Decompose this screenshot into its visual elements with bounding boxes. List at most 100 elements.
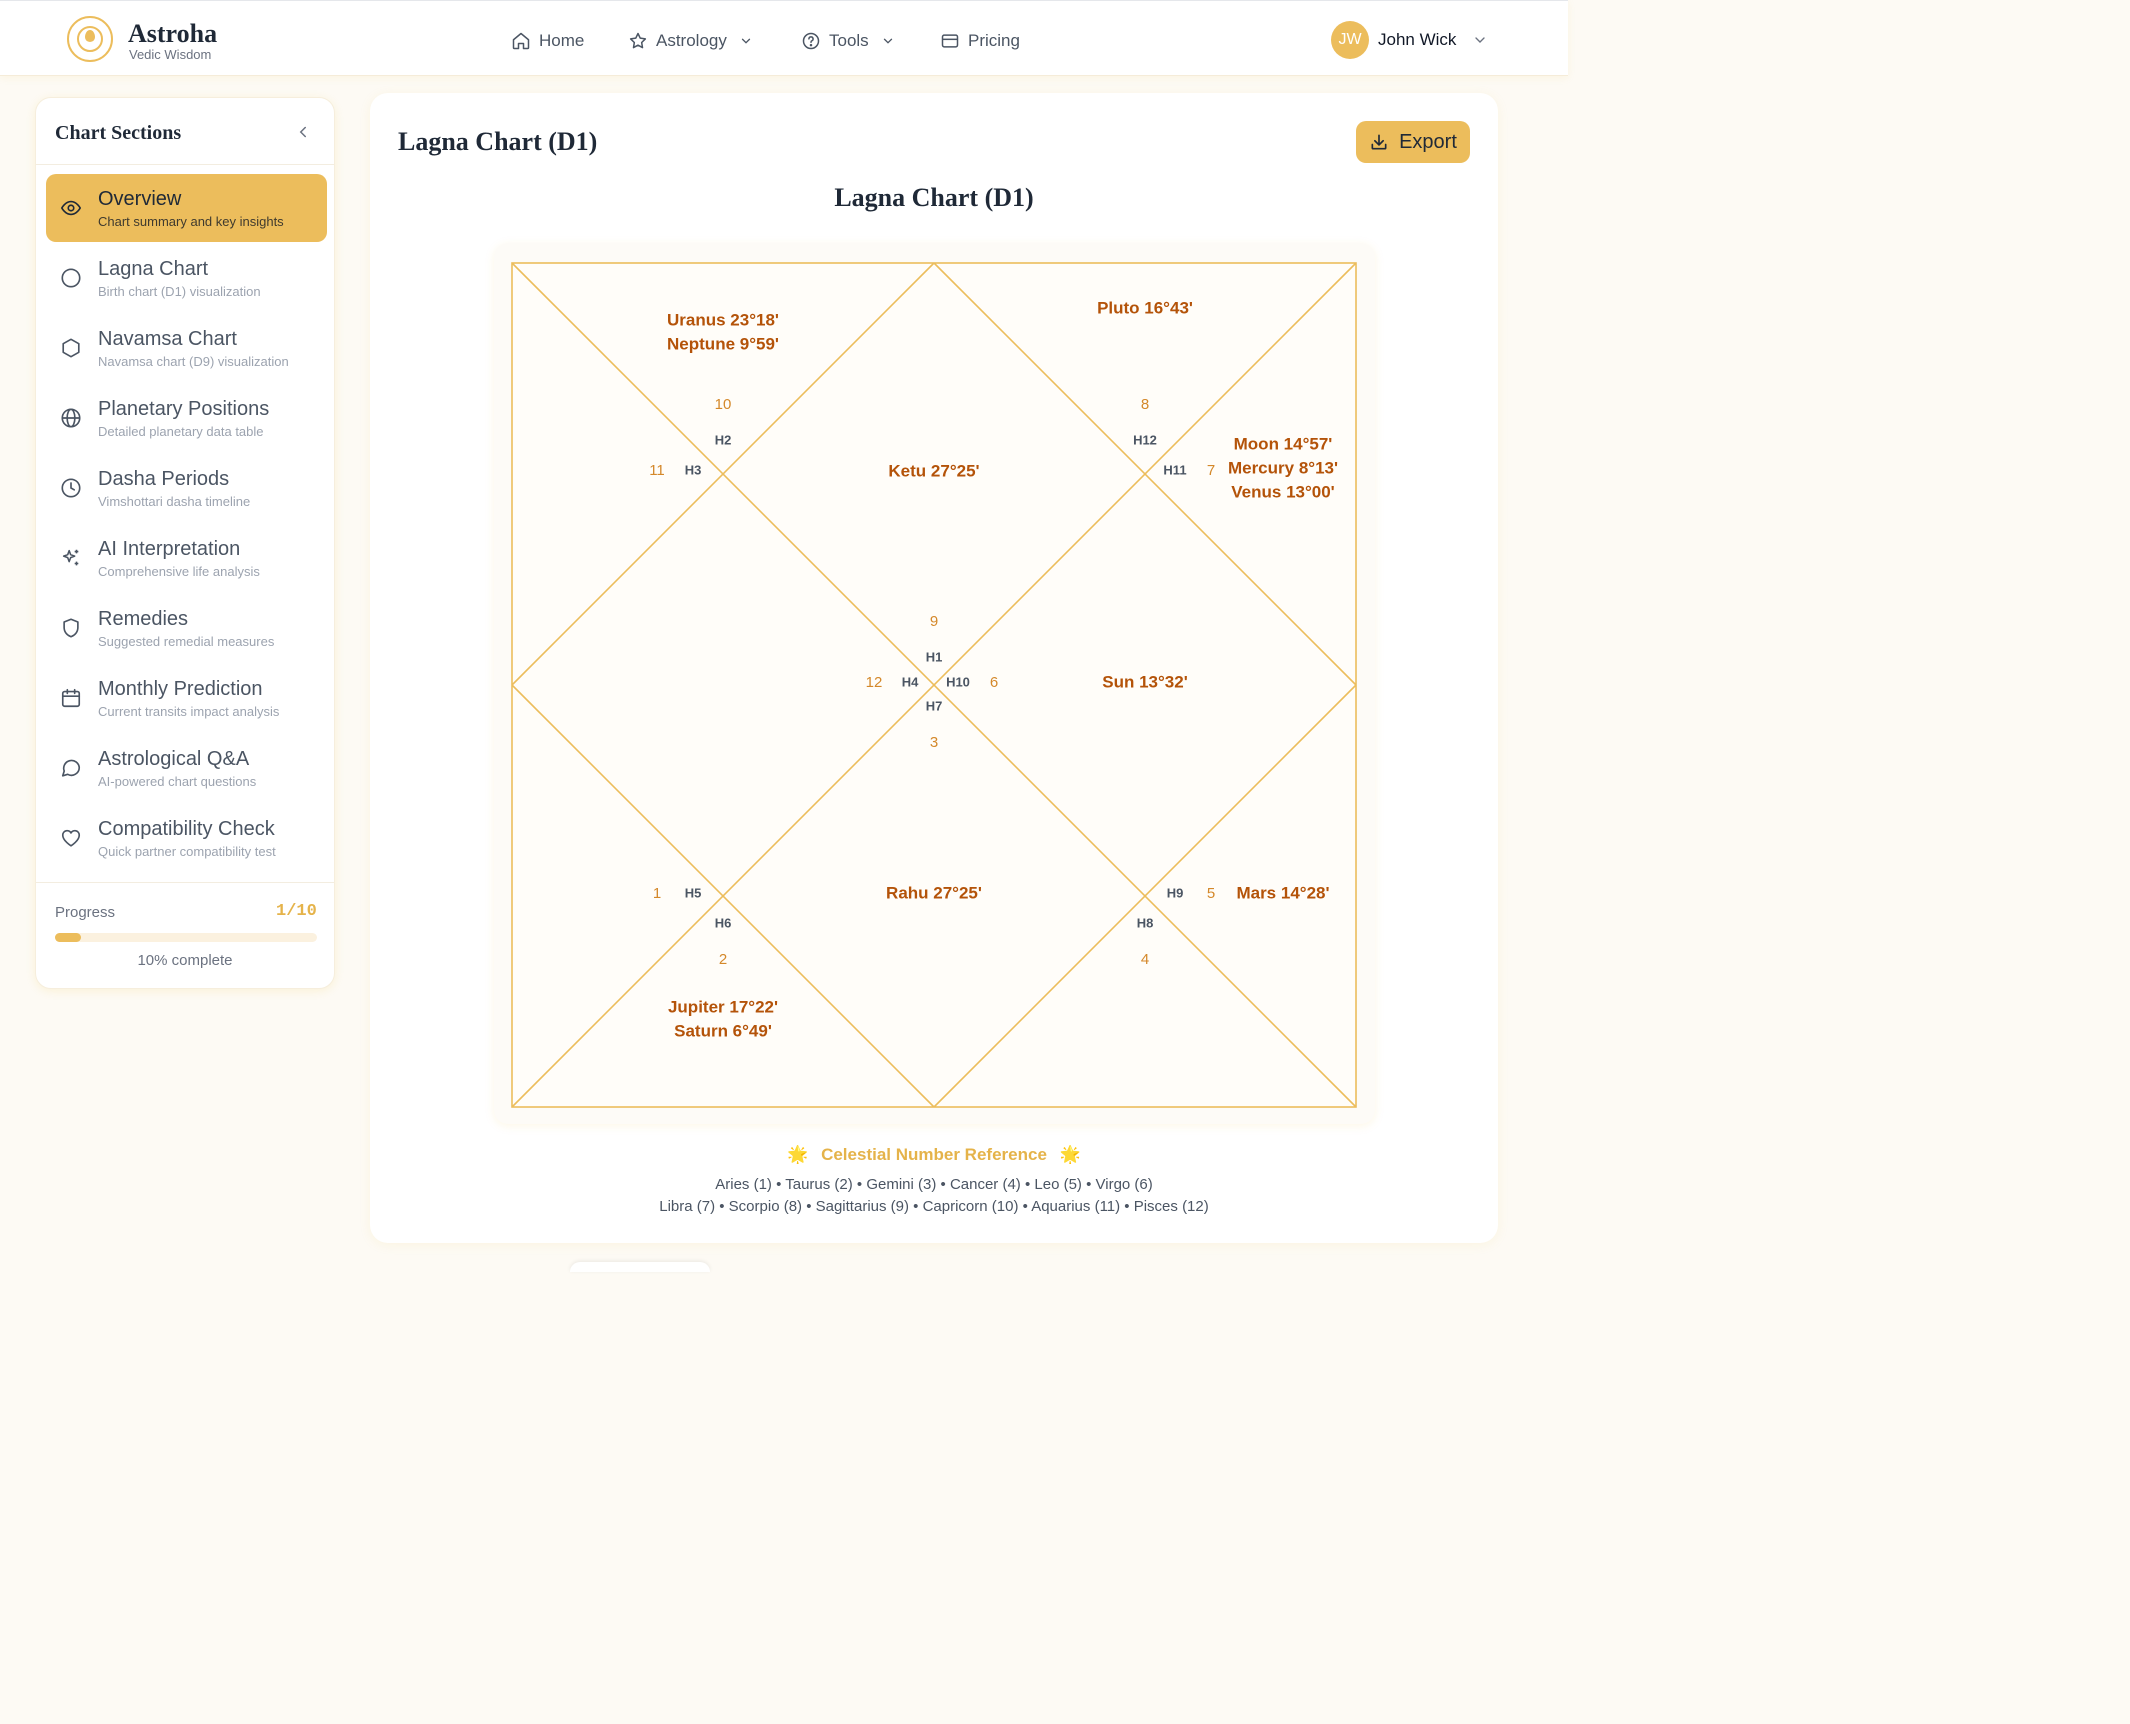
export-button-label: Export bbox=[1399, 130, 1457, 153]
planet-label: Neptune 9°59' bbox=[667, 334, 779, 353]
main-panel: Lagna Chart (D1) Export Lagna Chart (D1)… bbox=[370, 93, 1498, 1243]
sidebar-item-desc: Comprehensive life analysis bbox=[98, 564, 260, 579]
planet-label: Uranus 23°18' bbox=[667, 310, 779, 329]
sidebar-item-label: Navamsa Chart bbox=[98, 328, 237, 350]
calendar-icon bbox=[61, 688, 81, 708]
sidebar-item-desc: Birth chart (D1) visualization bbox=[98, 284, 261, 299]
progress-label: Progress bbox=[55, 904, 116, 921]
sign-number: 1 bbox=[653, 885, 661, 902]
sidebar-item-compatibility-check[interactable]: Compatibility Check Quick partner compat… bbox=[46, 804, 327, 872]
sign-number: 12 bbox=[866, 674, 883, 691]
celestial-reference-title-text: Celestial Number Reference bbox=[821, 1145, 1047, 1164]
sidebar-item-desc: Navamsa chart (D9) visualization bbox=[98, 354, 289, 369]
sidebar-item-astrological-qa[interactable]: Astrological Q&A AI-powered chart questi… bbox=[46, 734, 327, 802]
nav-pricing[interactable]: Pricing bbox=[940, 29, 1020, 53]
house-label: H7 bbox=[926, 698, 943, 713]
page-title: Lagna Chart (D1) bbox=[398, 127, 598, 156]
download-icon bbox=[1371, 134, 1387, 150]
sidebar-item-navamsa-chart[interactable]: Navamsa Chart Navamsa chart (D9) visuali… bbox=[46, 314, 327, 382]
sidebar-item-dasha-periods[interactable]: Dasha Periods Vimshottari dasha timeline bbox=[46, 454, 327, 522]
house-label: H10 bbox=[946, 674, 970, 689]
chart-title: Lagna Chart (D1) bbox=[834, 183, 1034, 212]
sidebar-item-overview[interactable]: Overview Chart summary and key insights bbox=[46, 174, 327, 242]
sidebar-item-planetary-positions[interactable]: Planetary Positions Detailed planetary d… bbox=[46, 384, 327, 452]
house-label: H2 bbox=[715, 432, 732, 447]
sparkle-icon: 🌟 bbox=[787, 1145, 809, 1164]
planet-label: Pluto 16°43' bbox=[1097, 298, 1193, 317]
sidebar-title: Chart Sections bbox=[55, 122, 182, 144]
clock-icon bbox=[61, 478, 81, 498]
sidebar-item-label: Monthly Prediction bbox=[98, 678, 263, 700]
credit-card-icon bbox=[941, 34, 959, 48]
sidebar-item-monthly-prediction[interactable]: Monthly Prediction Current transits impa… bbox=[46, 664, 327, 732]
star-icon bbox=[629, 32, 647, 49]
divider bbox=[36, 882, 334, 883]
nav-home[interactable]: Home bbox=[511, 29, 584, 53]
home-icon bbox=[512, 32, 530, 50]
divider bbox=[36, 164, 334, 165]
message-circle-icon bbox=[61, 759, 81, 777]
sign-number: 11 bbox=[649, 462, 665, 479]
progress-bar-fill bbox=[55, 933, 82, 942]
shield-icon bbox=[63, 618, 79, 638]
sidebar-item-desc: Suggested remedial measures bbox=[98, 634, 275, 649]
sign-number: 4 bbox=[1141, 951, 1149, 968]
sidebar-item-label: Astrological Q&A bbox=[98, 748, 250, 770]
sign-number: 9 bbox=[930, 613, 938, 630]
chart-grid-lines bbox=[511, 262, 1357, 1108]
sign-reference-line-1: Aries (1) • Taurus (2) • Gemini (3) • Ca… bbox=[715, 1176, 1153, 1193]
sign-number: 5 bbox=[1207, 885, 1215, 902]
progress-percent-text: 10% complete bbox=[137, 952, 233, 969]
sign-number: 7 bbox=[1207, 462, 1215, 479]
chevron-down-icon bbox=[741, 38, 751, 44]
planet-label: Saturn 6°49' bbox=[674, 1021, 772, 1040]
chevron-left-icon[interactable] bbox=[294, 123, 312, 141]
user-avatar[interactable]: JW bbox=[1331, 21, 1369, 59]
export-button[interactable]: Export bbox=[1356, 121, 1470, 163]
planet-label: Moon 14°57' bbox=[1234, 434, 1333, 453]
brand-tagline: Vedic Wisdom bbox=[129, 47, 212, 62]
chart-sections-sidebar: Chart Sections Overview Chart summary an… bbox=[35, 97, 335, 989]
sparkles-icon bbox=[62, 549, 79, 566]
nav-astrology-label: Astrology bbox=[656, 31, 727, 50]
planet-label: Mercury 8°13' bbox=[1228, 458, 1338, 477]
sidebar-item-label: Dasha Periods bbox=[98, 468, 230, 490]
brand-name[interactable]: Astroha bbox=[128, 19, 217, 49]
nav-tools-label: Tools bbox=[829, 31, 869, 50]
sign-number: 6 bbox=[990, 674, 998, 691]
sign-number: 10 bbox=[715, 396, 732, 413]
help-circle-icon bbox=[802, 32, 820, 50]
sidebar-item-label: Compatibility Check bbox=[98, 818, 275, 840]
hexagon-icon bbox=[62, 338, 80, 358]
planet-label: Venus 13°00' bbox=[1231, 482, 1334, 501]
sidebar-item-lagna-chart[interactable]: Lagna Chart Birth chart (D1) visualizati… bbox=[46, 244, 327, 312]
house-label: H4 bbox=[902, 674, 919, 689]
house-label: H8 bbox=[1137, 915, 1154, 930]
sparkle-icon: 🌟 bbox=[1059, 1145, 1081, 1164]
planet-label: Sun 13°32' bbox=[1102, 672, 1188, 691]
nav-astrology[interactable]: Astrology bbox=[628, 29, 753, 53]
planet-label: Jupiter 17°22' bbox=[668, 997, 778, 1016]
progress-bar bbox=[55, 933, 317, 942]
nav-tools[interactable]: Tools bbox=[801, 29, 895, 53]
sidebar-item-ai-interpretation[interactable]: AI Interpretation Comprehensive life ana… bbox=[46, 524, 327, 592]
sign-number: 2 bbox=[719, 951, 727, 968]
sign-number: 3 bbox=[930, 734, 938, 751]
sidebar-item-label: Remedies bbox=[98, 608, 189, 630]
lagna-chart-card: H1 9 H2 10 Uranus 23°18' Neptune 9°59' H3 11 H4 1… bbox=[494, 243, 1375, 1124]
lagna-chart[interactable]: H1 9 H2 10 Uranus 23°18' Neptune 9°59' H3 11 H4 1… bbox=[494, 243, 1375, 1124]
sign-number: 8 bbox=[1141, 396, 1149, 413]
user-name[interactable]: John Wick bbox=[1378, 30, 1456, 50]
sidebar-item-desc: AI-powered chart questions bbox=[98, 774, 257, 789]
sign-reference-line-2: Libra (7) • Scorpio (8) • Sagittarius (9… bbox=[659, 1198, 1209, 1215]
sidebar-item-desc: Chart summary and key insights bbox=[98, 214, 284, 229]
house-label: H12 bbox=[1133, 432, 1157, 447]
progress-count: 1/10 bbox=[276, 902, 317, 921]
planet-label: Rahu 27°25' bbox=[886, 883, 982, 902]
house-label: H3 bbox=[685, 462, 702, 477]
sidebar-item-remedies[interactable]: Remedies Suggested remedial measures bbox=[46, 594, 327, 662]
chevron-down-icon[interactable] bbox=[1472, 32, 1488, 48]
sidebar-item-label: Planetary Positions bbox=[98, 398, 270, 420]
chevron-down-icon bbox=[883, 38, 892, 44]
logo-icon[interactable] bbox=[67, 16, 113, 62]
